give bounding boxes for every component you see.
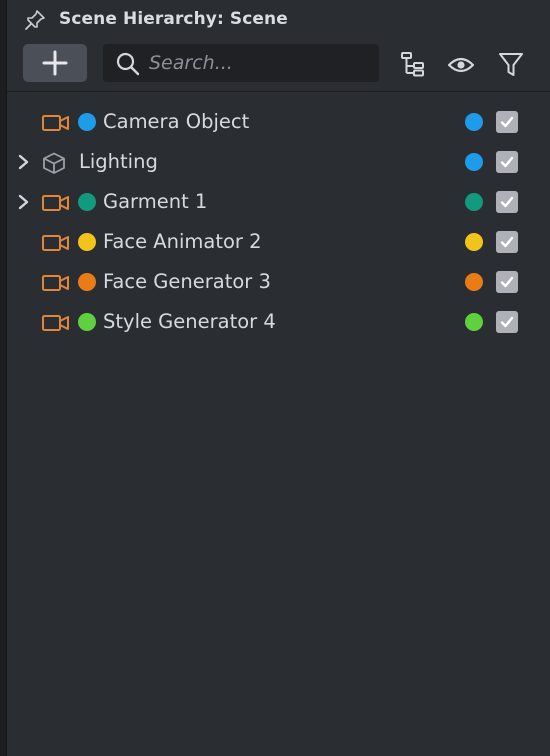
camera-icon — [41, 272, 71, 294]
add-object-button[interactable] — [23, 44, 87, 82]
color-tag-dot — [78, 233, 96, 251]
eye-icon[interactable] — [447, 51, 475, 79]
camera-icon — [41, 312, 71, 334]
check-icon — [500, 316, 514, 328]
hierarchy-row[interactable]: Lighting — [7, 142, 550, 182]
check-icon — [500, 196, 514, 208]
color-tag-dot — [78, 113, 96, 131]
check-icon — [500, 236, 514, 248]
layer-color-dot[interactable] — [465, 233, 483, 251]
visibility-checkbox[interactable] — [496, 311, 518, 333]
hierarchy-tree-icon[interactable] — [399, 51, 427, 79]
pin-icon[interactable] — [23, 8, 47, 32]
hierarchy-row[interactable]: Face Animator 2 — [7, 222, 550, 262]
hierarchy-item-label: Face Generator 3 — [103, 270, 271, 293]
layer-color-dot[interactable] — [465, 193, 483, 211]
search-input[interactable] — [149, 44, 369, 82]
search-icon — [116, 52, 140, 76]
hierarchy-item-label: Face Animator 2 — [103, 230, 262, 253]
check-icon — [500, 156, 514, 168]
visibility-checkbox[interactable] — [496, 111, 518, 133]
hierarchy-row[interactable]: Camera Object — [7, 102, 550, 142]
search-box — [103, 44, 379, 82]
color-tag-dot — [78, 313, 96, 331]
hierarchy-row[interactable]: Face Generator 3 — [7, 262, 550, 302]
chevron-right-icon[interactable] — [17, 194, 31, 210]
layer-color-dot[interactable] — [465, 153, 483, 171]
color-tag-dot — [78, 273, 96, 291]
cube-icon — [39, 152, 69, 174]
plus-icon — [42, 50, 68, 76]
layer-color-dot[interactable] — [465, 273, 483, 291]
visibility-checkbox[interactable] — [496, 271, 518, 293]
panel-header: Scene Hierarchy: Scene — [7, 0, 550, 38]
visibility-checkbox[interactable] — [496, 151, 518, 173]
camera-icon — [41, 192, 71, 214]
check-icon — [500, 276, 514, 288]
camera-icon — [41, 232, 71, 254]
hierarchy-item-label: Lighting — [79, 150, 158, 173]
filter-icon[interactable] — [497, 51, 525, 79]
hierarchy-row[interactable]: Garment 1 — [7, 182, 550, 222]
layer-color-dot[interactable] — [465, 313, 483, 331]
hierarchy-item-label: Style Generator 4 — [103, 310, 276, 333]
camera-icon — [41, 112, 71, 134]
check-icon — [500, 116, 514, 128]
scene-hierarchy-panel: Scene Hierarchy: Scene Search... Camera … — [6, 0, 550, 756]
hierarchy-item-label: Garment 1 — [103, 190, 208, 213]
visibility-checkbox[interactable] — [496, 191, 518, 213]
color-tag-dot — [78, 193, 96, 211]
visibility-checkbox[interactable] — [496, 231, 518, 253]
layer-color-dot[interactable] — [465, 113, 483, 131]
chevron-right-icon[interactable] — [17, 154, 31, 170]
panel-title: Scene Hierarchy: Scene — [59, 9, 288, 29]
toolbar — [7, 38, 550, 92]
hierarchy-list: Camera Object Lighting Garment 1 Face Anima… — [7, 102, 550, 342]
hierarchy-row[interactable]: Style Generator 4 — [7, 302, 550, 342]
hierarchy-item-label: Camera Object — [103, 110, 250, 133]
